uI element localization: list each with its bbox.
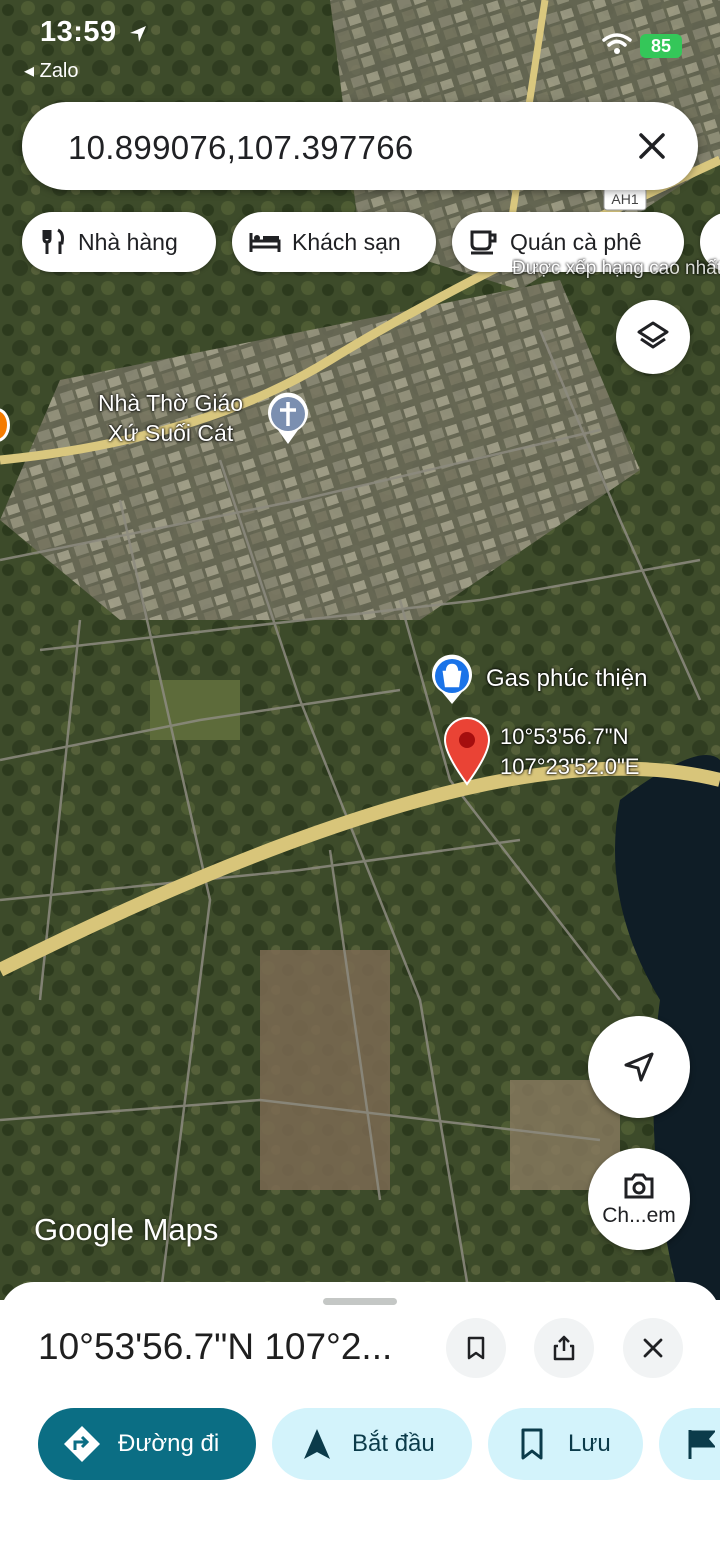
flag-icon — [688, 1430, 715, 1459]
church-label: Nhà Thờ Giáo Xứ Suối Cát — [98, 390, 244, 446]
share-button[interactable] — [534, 1318, 594, 1378]
directions-button[interactable]: Đường đi — [38, 1408, 256, 1480]
google-maps-logo: Google Maps — [34, 1212, 219, 1247]
my-location-button[interactable] — [588, 1016, 690, 1118]
chip-restaurants[interactable]: Nhà hàng — [22, 212, 216, 272]
bottom-sheet: 10°53'56.7"N 107°2... Đường đi Bắt đầu L… — [0, 1282, 720, 1559]
drag-handle[interactable] — [323, 1298, 397, 1305]
pin-coordinates: 10°53'56.7"N 107°23'52.0"E — [500, 724, 640, 779]
wifi-icon — [602, 33, 632, 54]
restaurant-icon — [42, 228, 64, 254]
share-icon — [553, 1335, 575, 1361]
battery-indicator: 85 — [640, 34, 682, 58]
search-bar[interactable]: 10.899076,107.397766 — [22, 102, 698, 190]
church-marker-icon[interactable] — [264, 392, 312, 446]
chip-label: Quán cà phê — [510, 228, 642, 255]
svg-text:AH1: AH1 — [611, 191, 638, 207]
chip-label: Nhà hàng — [78, 228, 178, 255]
camera-icon — [624, 1173, 654, 1199]
back-to-app-link[interactable]: ◂ Zalo — [24, 58, 79, 83]
bookmark-icon — [467, 1336, 485, 1360]
location-pin-icon[interactable] — [440, 714, 494, 786]
gas-label: Gas phúc thiện — [486, 665, 648, 692]
place-title: 10°53'56.7"N 107°2... — [38, 1326, 393, 1367]
hotel-icon — [249, 233, 281, 252]
status-bar: 13:59 ◂ Zalo 85 — [0, 0, 720, 90]
navigation-arrow-icon — [624, 1052, 654, 1082]
more-actions-button[interactable] — [659, 1408, 720, 1480]
close-icon — [643, 1338, 663, 1358]
street-view-button[interactable]: Ch...em — [588, 1148, 690, 1250]
navigation-icon — [304, 1429, 330, 1459]
close-sheet-button[interactable] — [623, 1318, 683, 1378]
layers-icon — [637, 321, 669, 349]
street-view-label: Ch...em — [602, 1204, 676, 1227]
partial-map-label: Được xếp hạng cao nhất — [512, 258, 720, 279]
layers-button[interactable] — [616, 300, 690, 374]
coffee-icon — [470, 230, 497, 255]
map-view[interactable]: AH1 13:59 ◂ Zalo 85 10.899076,107.397766… — [0, 0, 720, 1300]
search-query[interactable]: 10.899076,107.397766 — [68, 129, 414, 167]
start-button[interactable]: Bắt đầu — [272, 1408, 472, 1480]
location-arrow-icon — [130, 26, 146, 42]
save-button[interactable]: Lưu — [488, 1408, 643, 1480]
close-icon[interactable] — [634, 128, 670, 164]
chip-hotels[interactable]: Khách sạn — [232, 212, 436, 272]
chip-label: Khách sạn — [292, 228, 401, 255]
bookmark-icon — [521, 1428, 543, 1460]
directions-icon — [64, 1426, 100, 1462]
shop-marker-icon[interactable] — [428, 654, 476, 706]
clock: 13:59 — [40, 16, 117, 48]
save-icon-button[interactable] — [446, 1318, 506, 1378]
